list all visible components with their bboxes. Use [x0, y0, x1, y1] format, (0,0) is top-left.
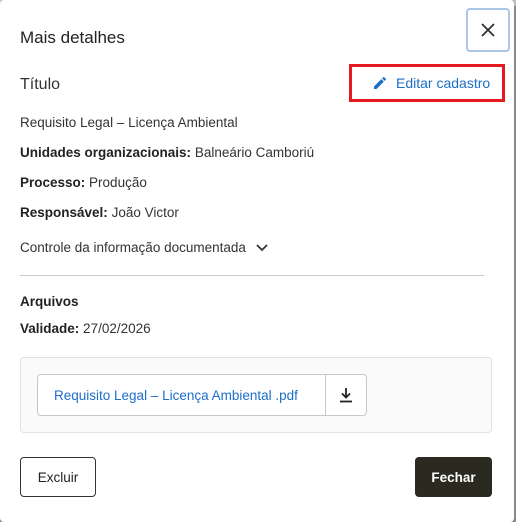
close-button[interactable] [466, 8, 510, 52]
download-icon [340, 388, 352, 403]
files-list: Requisito Legal – Licença Ambiental .pdf [20, 357, 492, 433]
file-item: Requisito Legal – Licença Ambiental .pdf [37, 374, 367, 416]
close-dialog-button[interactable]: Fechar [415, 457, 492, 497]
files-heading: Arquivos [20, 294, 79, 309]
units-value: Balneário Camboriú [194, 145, 315, 160]
units-row: Unidades organizacionais: Balneário Camb… [20, 145, 314, 160]
dialog-title: Mais detalhes [20, 28, 125, 47]
validity-row: Validade: 27/02/2026 [20, 321, 151, 336]
delete-button[interactable]: Excluir [20, 457, 96, 497]
record-name: Requisito Legal – Licença Ambiental [20, 115, 238, 130]
responsible-value: João Victor [111, 205, 179, 220]
process-value: Produção [89, 175, 147, 190]
pencil-icon [374, 76, 387, 89]
responsible-label: Responsável: [20, 205, 108, 220]
process-label: Processo: [20, 175, 86, 190]
doc-control-label: Controle da informação documentada [20, 240, 246, 255]
files-heading-text: Arquivos [20, 294, 79, 309]
file-open-link[interactable]: Requisito Legal – Licença Ambiental .pdf [38, 375, 325, 415]
details-dialog: Mais detalhes Título Editar cadastro Req… [0, 0, 514, 522]
chevron-down-icon [256, 243, 268, 251]
file-download-button[interactable] [325, 375, 366, 415]
edit-record-button[interactable]: Editar cadastro [349, 64, 505, 102]
process-row: Processo: Produção [20, 175, 147, 190]
validity-label: Validade: [20, 321, 80, 336]
edit-record-label: Editar cadastro [396, 75, 491, 91]
doc-control-toggle[interactable]: Controle da informação documentada [20, 240, 268, 255]
close-icon [481, 23, 495, 37]
responsible-row: Responsável: João Victor [20, 205, 179, 220]
units-label: Unidades organizacionais: [20, 145, 192, 160]
validity-value: 27/02/2026 [83, 321, 151, 336]
section-title: Título [20, 76, 61, 93]
divider [20, 275, 484, 276]
